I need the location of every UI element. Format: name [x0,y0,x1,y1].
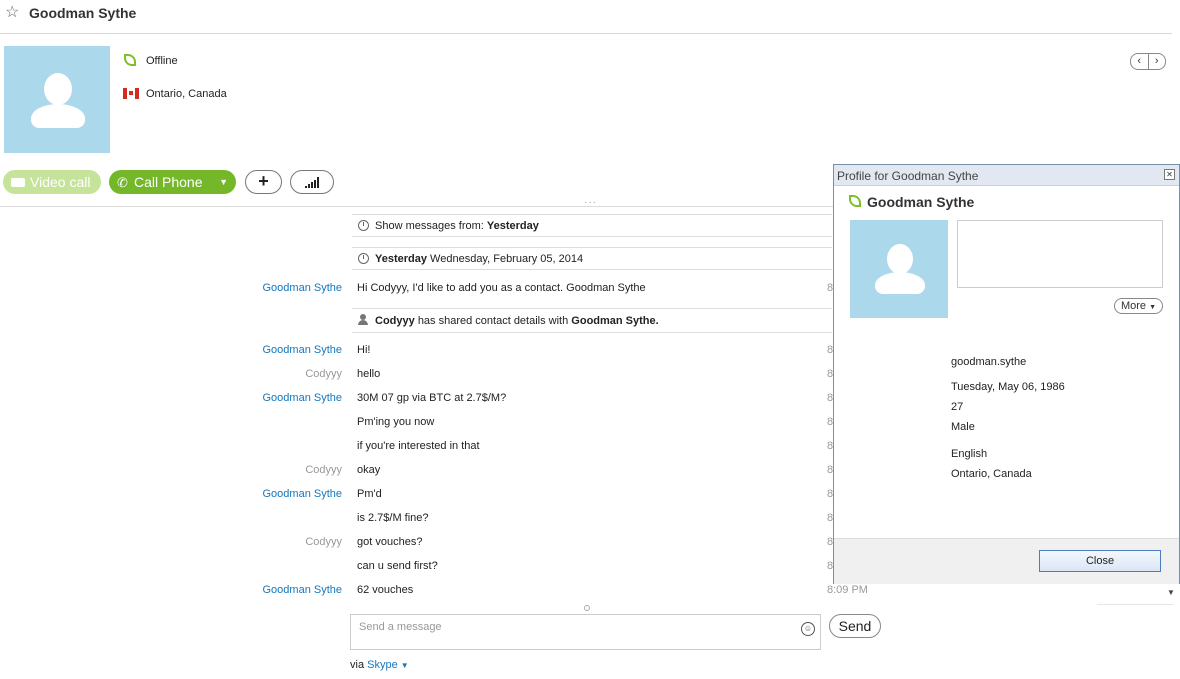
message-text: got vouches? [357,536,423,548]
chevron-down-icon: ▼ [1149,304,1157,311]
age: 27 [951,401,964,413]
dialog-titlebar[interactable]: Profile for Goodman Sythe ✕ [834,165,1179,186]
shared-actor: Codyyy [375,315,415,327]
message-sender[interactable]: Goodman Sythe [263,584,343,596]
message-sender[interactable]: Goodman Sythe [263,488,343,500]
divider [0,206,834,207]
message-sender[interactable]: Codyyy [305,464,342,476]
close-button[interactable]: Close [1039,550,1161,572]
via-service[interactable]: Skype [367,659,398,671]
composer-resize-handle[interactable] [584,605,590,611]
more-label: More [1120,300,1147,312]
message-text: Pm'ing you now [357,416,435,428]
message-text: Hi! [357,344,371,356]
add-people-button[interactable]: + [245,170,282,194]
via-service-selector[interactable]: via Skype ▼ [350,659,409,671]
message-input-placeholder: Send a message [359,621,442,633]
scroll-down-arrow-icon[interactable]: ▼ [1167,588,1175,597]
message-text: Hi Codyyy, I'd like to add you as a cont… [357,282,646,294]
message-text: okay [357,464,381,476]
chevron-down-icon[interactable]: ▼ [401,661,409,670]
clock-icon [358,220,369,231]
message-sender[interactable]: Goodman Sythe [263,344,343,356]
dialog-title: Profile for Goodman Sythe [837,169,979,183]
conversation-header [0,0,1172,34]
profile-dialog: Profile for Goodman Sythe ✕ Goodman Syth… [833,164,1180,584]
message-time: 8:09 PM [827,584,868,596]
language: English [951,448,988,460]
shared-target: Goodman Sythe. [571,315,659,327]
dialog-location: Ontario, Canada [951,468,1032,480]
via-prefix: via [350,659,365,671]
canada-flag-icon [123,88,139,99]
chevron-down-icon[interactable]: ▼ [219,170,228,194]
message-text: if you're interested in that [357,440,480,452]
message-text: hello [357,368,381,380]
message-text: Pm'd [357,488,382,500]
next-arrow-icon[interactable]: › [1149,54,1166,69]
offline-status-icon [849,195,861,207]
previous-arrow-icon[interactable]: ‹ [1131,54,1149,69]
gender: Male [951,421,975,433]
video-call-button[interactable]: Video call [3,170,101,194]
contact-nav-arrows[interactable]: ‹ › [1130,53,1166,70]
dialog-avatar [850,220,948,318]
video-call-label: Video call [30,174,91,190]
call-phone-button[interactable]: ✆ Call Phone ▼ [109,170,236,194]
dialog-footer: Close [834,538,1179,584]
clock-icon [358,253,369,264]
message-text: 30M 07 gp via BTC at 2.7$/M? [357,392,507,404]
phone-icon: ✆ [117,175,128,190]
date-header: Yesterday Wednesday, February 05, 2014 [352,247,832,270]
signal-bars-icon [305,177,321,188]
message-sender[interactable]: Codyyy [305,368,342,380]
dialog-contact-name: Goodman Sythe [867,194,975,210]
message-sender[interactable]: Codyyy [305,536,342,548]
status-text: Offline [146,55,178,67]
call-phone-label: Call Phone [134,174,203,190]
contact-avatar [4,46,110,153]
message-sender[interactable]: Goodman Sythe [263,282,343,294]
date-header-date: Wednesday, February 05, 2014 [430,253,584,265]
message-input[interactable]: Send a message ☺ [350,614,821,650]
person-icon [358,314,368,325]
date-header-day: Yesterday [375,253,427,265]
mood-message-box [957,220,1163,288]
show-messages-from-bar[interactable]: Show messages from: Yesterday [352,214,832,237]
favorite-star-icon[interactable]: ☆ [5,5,21,21]
emoticon-icon[interactable]: ☺ [801,622,815,636]
contact-name-title: Goodman Sythe [29,5,137,21]
message-text: 62 vouches [357,584,414,596]
skype-name: goodman.sythe [951,356,1027,368]
video-camera-icon [11,177,25,187]
location-text: Ontario, Canada [146,88,227,100]
shared-text: has shared contact details with [417,315,569,327]
message-text: is 2.7$/M fine? [357,512,429,524]
divider [1097,604,1173,605]
message-sender[interactable]: Goodman Sythe [263,392,343,404]
send-button[interactable]: Send [829,614,881,638]
shared-contact-notice: Codyyy has shared contact details with G… [352,308,832,333]
show-from-value[interactable]: Yesterday [487,220,539,232]
more-button[interactable]: More ▼ [1114,298,1163,314]
message-text: can u send first? [357,560,438,572]
close-icon[interactable]: ✕ [1164,169,1175,180]
show-from-label: Show messages from: [375,220,484,232]
birthday: Tuesday, May 06, 1986 [951,381,1065,393]
offline-status-icon [124,54,136,66]
call-quality-button[interactable] [290,170,334,194]
